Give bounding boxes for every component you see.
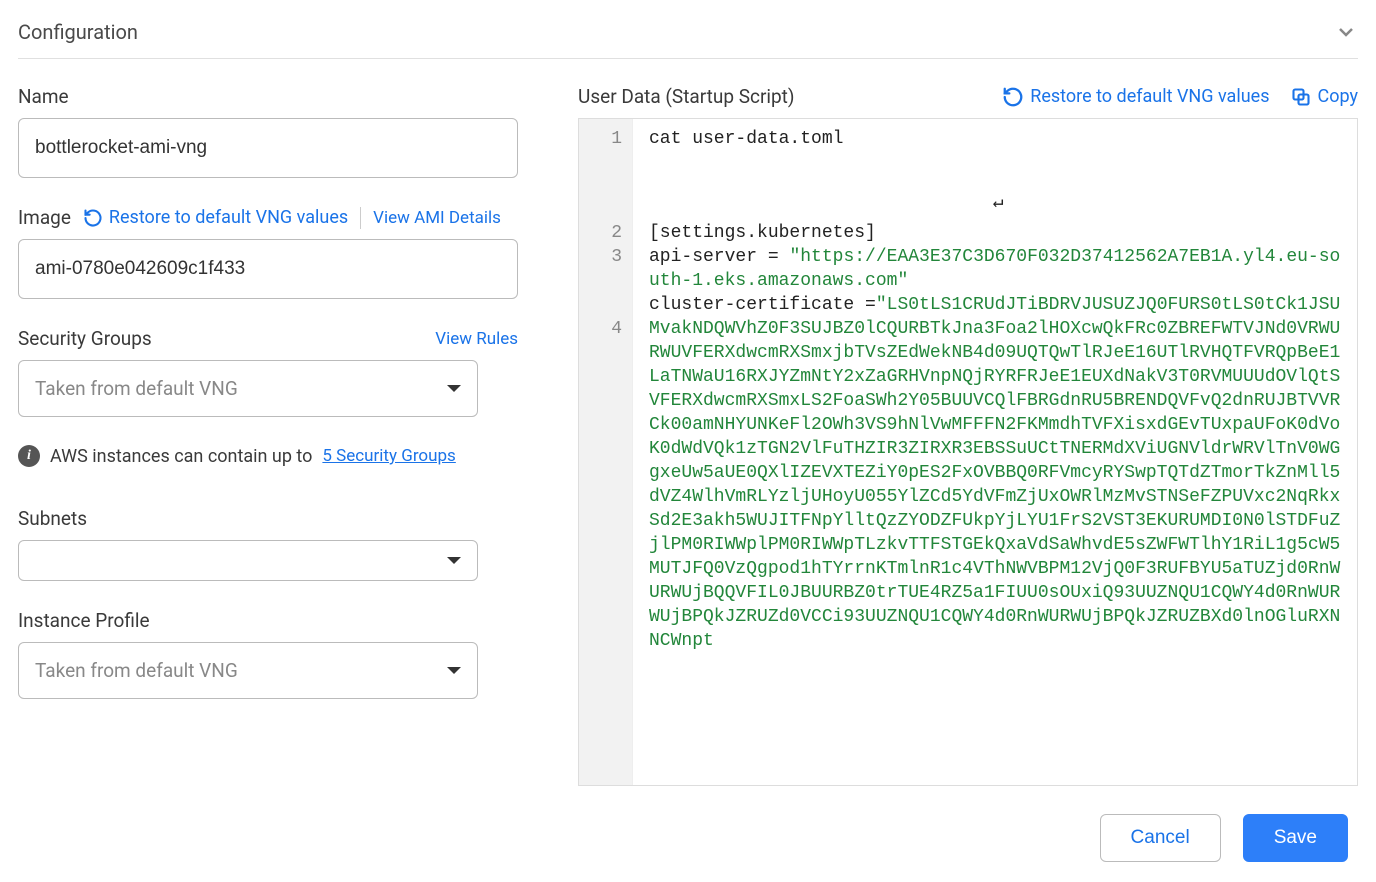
security-groups-value: Taken from default VNG	[35, 377, 238, 400]
instance-profile-label: Instance Profile	[18, 609, 150, 632]
save-button[interactable]: Save	[1243, 814, 1348, 862]
restore-user-data-link[interactable]: Restore to default VNG values	[1002, 86, 1269, 108]
subnets-field: Subnets	[18, 507, 518, 581]
restore-icon	[83, 208, 103, 228]
view-rules-link[interactable]: View Rules	[435, 329, 518, 349]
left-column: Name Image Restore to default VNG values	[18, 85, 518, 786]
subnets-select[interactable]	[18, 540, 478, 581]
restore-image-link[interactable]: Restore to default VNG values	[83, 207, 348, 228]
footer: Cancel Save	[0, 796, 1376, 882]
user-data-label: User Data (Startup Script)	[578, 85, 795, 108]
security-groups-label: Security Groups	[18, 327, 152, 350]
user-data-editor[interactable]: 1 2 3 4 cat user-data.toml ↵ [settings.k…	[578, 118, 1358, 786]
restore-icon	[1002, 86, 1024, 108]
editor-code[interactable]: cat user-data.toml ↵ [settings.kubernete…	[633, 119, 1357, 785]
security-groups-limit-link[interactable]: 5 Security Groups	[322, 446, 455, 466]
name-field: Name	[18, 85, 518, 178]
copy-text: Copy	[1317, 86, 1358, 107]
caret-down-icon	[447, 667, 461, 674]
security-groups-select[interactable]: Taken from default VNG	[18, 360, 478, 417]
instance-profile-select[interactable]: Taken from default VNG	[18, 642, 478, 699]
image-label: Image	[18, 206, 71, 229]
instance-profile-field: Instance Profile Taken from default VNG	[18, 609, 518, 699]
rtl-marker-icon: ↵	[649, 151, 1347, 221]
security-groups-info: i AWS instances can contain up to 5 Secu…	[18, 445, 518, 467]
subnets-label: Subnets	[18, 507, 87, 530]
divider	[360, 207, 361, 229]
editor-gutter: 1 2 3 4	[579, 119, 633, 785]
cancel-button[interactable]: Cancel	[1100, 814, 1221, 862]
view-ami-details-link[interactable]: View AMI Details	[373, 208, 501, 228]
restore-user-data-text: Restore to default VNG values	[1030, 86, 1269, 107]
section-header[interactable]: Configuration	[18, 20, 1358, 59]
instance-profile-value: Taken from default VNG	[35, 659, 238, 682]
restore-image-text: Restore to default VNG values	[109, 207, 348, 228]
caret-down-icon	[447, 557, 461, 564]
image-field: Image Restore to default VNG values View…	[18, 206, 518, 299]
caret-down-icon	[447, 385, 461, 392]
info-icon: i	[18, 445, 40, 467]
security-groups-field: Security Groups View Rules Taken from de…	[18, 327, 518, 417]
image-input[interactable]	[18, 239, 518, 299]
info-text: AWS instances can contain up to	[50, 446, 312, 467]
name-input[interactable]	[18, 118, 518, 178]
right-column: User Data (Startup Script) Restore to de…	[578, 85, 1358, 786]
copy-user-data-button[interactable]: Copy	[1291, 86, 1358, 107]
name-label: Name	[18, 85, 69, 108]
section-title: Configuration	[18, 20, 138, 44]
copy-icon	[1291, 87, 1311, 107]
chevron-down-icon[interactable]	[1334, 20, 1358, 44]
